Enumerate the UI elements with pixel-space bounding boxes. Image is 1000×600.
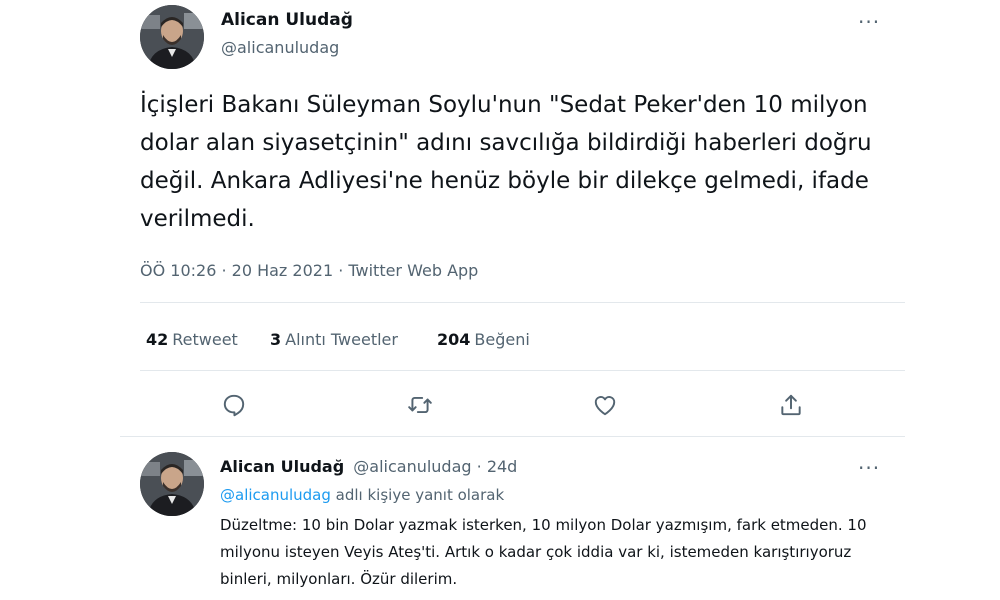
author-avatar[interactable] [140,5,204,69]
like-button[interactable] [588,388,622,422]
reply-icon [223,394,245,417]
reply-author-handle[interactable]: @alicanuludag [353,457,471,476]
reply-more-options-icon[interactable]: ··· [858,458,880,478]
share-icon [781,394,801,416]
avatar-photo [140,5,204,69]
reply-button[interactable] [217,388,251,422]
retweet-button[interactable] [403,388,437,422]
divider [140,370,905,371]
retweet-count-value: 42 [146,330,169,349]
author-name[interactable]: Alican Uludağ [221,10,353,30]
author-handle[interactable]: @alicanuludag [221,38,339,57]
quote-count-label: Alıntı Tweetler [285,330,398,349]
like-count-label: Beğeni [474,330,530,349]
quote-count[interactable]: 3 Alıntı Tweetler [270,330,398,349]
retweet-count-label: Retweet [172,330,238,349]
share-button[interactable] [774,388,808,422]
retweet-count[interactable]: 42 Retweet [146,330,238,349]
reply-author-name[interactable]: Alican Uludağ [220,457,344,476]
more-options-icon[interactable]: ··· [858,12,880,32]
reply-time[interactable]: · 24d [477,457,518,476]
divider [120,436,905,437]
retweet-icon [408,396,432,414]
avatar-photo [140,452,204,516]
divider [140,302,905,303]
like-count[interactable]: 204 Beğeni [437,330,530,349]
quote-count-value: 3 [270,330,282,349]
replying-to: @alicanuludag adlı kişiye yanıt olarak [220,486,504,504]
reply-author-avatar[interactable] [140,452,204,516]
reply-header: Alican Uludağ @alicanuludag · 24d [220,457,517,476]
tweet-timestamp[interactable]: ÖÖ 10:26 · 20 Haz 2021 · Twitter Web App [140,261,478,280]
tweet-text: İçişleri Bakanı Süleyman Soylu'nun "Seda… [140,92,872,232]
reply-text: Düzeltme: 10 bin Dolar yazmak isterken, … [220,516,867,588]
like-count-value: 204 [437,330,471,349]
replying-to-label: adlı kişiye yanıt olarak [335,486,505,504]
like-icon [594,396,616,416]
replying-to-mention[interactable]: @alicanuludag [220,486,331,504]
